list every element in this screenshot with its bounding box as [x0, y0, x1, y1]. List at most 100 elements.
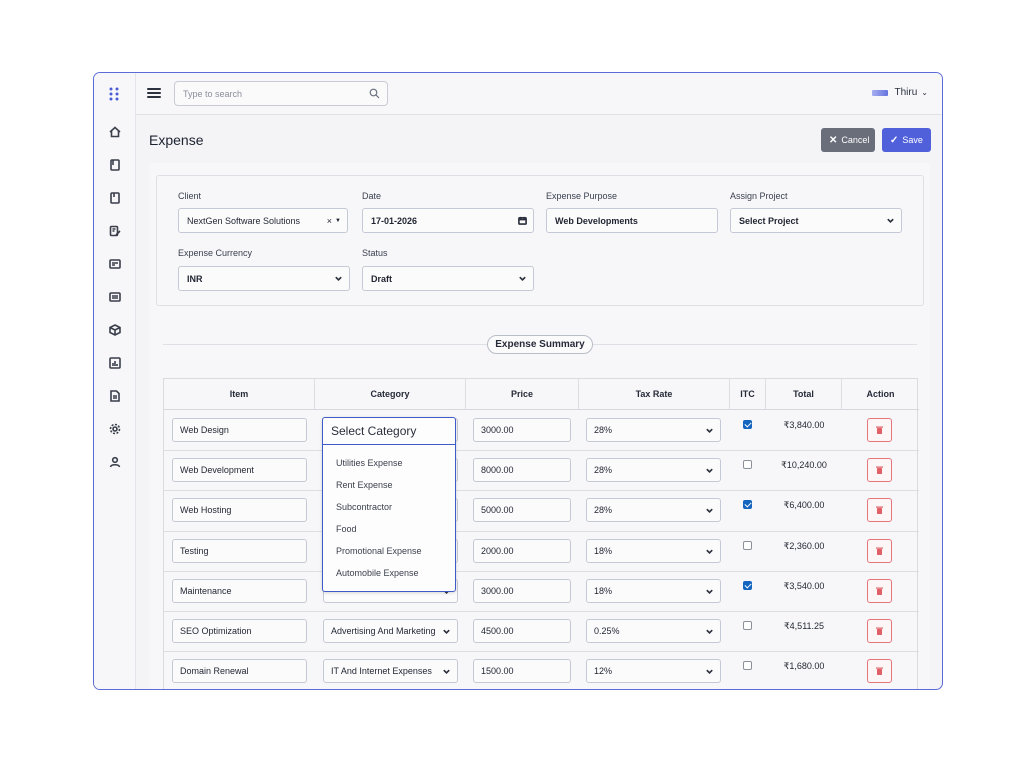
price-input[interactable]: 2000.00 — [473, 538, 571, 563]
save-button[interactable]: ✓ Save — [882, 128, 931, 152]
calendar-icon[interactable] — [511, 216, 533, 225]
date-label: Date — [362, 191, 382, 201]
book-icon[interactable] — [107, 157, 123, 173]
tax-rate-select[interactable]: 12% — [586, 659, 721, 684]
search-input[interactable] — [175, 82, 355, 105]
delete-row-button[interactable] — [867, 659, 892, 684]
tax-rate-select[interactable]: 0.25% — [586, 619, 721, 643]
trash-icon — [876, 667, 883, 676]
header-itc: ITC — [730, 379, 766, 410]
item-value: Domain Renewal — [180, 666, 249, 677]
price-value: 4500.00 — [481, 626, 514, 636]
status-label: Status — [362, 248, 388, 258]
category-dropdown[interactable]: Select Category Utilities Expense Rent Ex… — [322, 417, 456, 592]
row-total: ₹6,400.00 — [783, 500, 825, 511]
chart-icon[interactable] — [107, 355, 123, 371]
client-select[interactable]: NextGen Software Solutions × ▼ — [178, 208, 348, 233]
category-option[interactable]: Automobile Expense — [323, 562, 455, 584]
chevron-down-icon — [705, 587, 714, 596]
price-input[interactable]: 4500.00 — [473, 619, 571, 643]
category-option[interactable]: Subcontractor — [323, 496, 455, 518]
user-icon[interactable] — [107, 454, 123, 470]
item-input[interactable]: SEO Optimization — [172, 619, 307, 643]
header-total: Total — [766, 379, 842, 410]
category-option[interactable]: Rent Expense — [323, 474, 455, 496]
cancel-button[interactable]: ✕ Cancel — [821, 128, 875, 152]
delete-row-button[interactable] — [867, 538, 892, 563]
tax-rate-select[interactable]: 28% — [586, 418, 721, 442]
chevron-down-icon — [327, 274, 349, 283]
category-select[interactable]: IT And Internet Expenses — [323, 659, 458, 684]
chevron-down-icon — [705, 547, 714, 556]
price-value: 1500.00 — [481, 666, 514, 677]
tax-rate-select[interactable]: 28% — [586, 458, 721, 483]
card-icon[interactable] — [107, 256, 123, 272]
user-menu[interactable]: Thiru ⌄ — [871, 87, 928, 98]
item-input[interactable]: Maintenance — [172, 578, 307, 603]
purpose-input[interactable]: Web Developments — [546, 208, 718, 233]
chevron-down-icon — [442, 627, 451, 636]
price-input[interactable]: 5000.00 — [473, 498, 571, 523]
category-option[interactable]: Promotional Expense — [323, 540, 455, 562]
client-label: Client — [178, 191, 202, 201]
category-search[interactable]: Select Category — [323, 418, 455, 445]
tax-rate-select[interactable]: 18% — [586, 538, 721, 563]
itc-checkbox[interactable] — [743, 540, 752, 550]
bookmark-icon[interactable] — [107, 190, 123, 206]
item-input[interactable]: Testing — [172, 538, 307, 563]
tax-rate-select[interactable]: 18% — [586, 578, 721, 603]
header-category: Category — [315, 379, 466, 410]
trash-icon — [876, 506, 883, 515]
row-divider — [164, 530, 919, 532]
category-option[interactable]: Food — [323, 518, 455, 540]
page-title: Expense — [149, 132, 204, 148]
itc-checkbox[interactable] — [743, 500, 752, 510]
clear-icon[interactable]: × — [327, 216, 332, 226]
category-select[interactable]: Advertising And Marketing — [323, 619, 458, 643]
chevron-down-icon — [879, 216, 901, 225]
avatar — [871, 89, 888, 96]
itc-checkbox[interactable] — [743, 661, 752, 671]
hamburger-menu-icon[interactable] — [147, 86, 161, 100]
item-input[interactable]: Domain Renewal — [172, 659, 307, 684]
currency-select[interactable]: INR — [178, 266, 350, 291]
caret-down-icon: ▼ — [335, 217, 341, 224]
box-icon[interactable] — [107, 322, 123, 338]
row-divider — [164, 570, 919, 572]
itc-checkbox[interactable] — [743, 460, 752, 470]
item-input[interactable]: Web Design — [172, 418, 307, 442]
home-icon[interactable] — [107, 124, 123, 140]
date-field[interactable]: 17-01-2026 — [362, 208, 534, 233]
price-input[interactable]: 3000.00 — [473, 418, 571, 442]
item-input[interactable]: Web Hosting — [172, 498, 307, 523]
app-logo-icon[interactable] — [108, 87, 122, 101]
top-bar: Thiru ⌄ — [136, 73, 942, 115]
project-select[interactable]: Select Project — [730, 208, 902, 233]
trash-icon — [876, 426, 883, 434]
expense-table: Item Category Price Tax Rate ITC Total A… — [163, 378, 919, 689]
item-input[interactable]: Web Development — [172, 458, 307, 483]
chevron-down-icon — [705, 426, 714, 435]
price-input[interactable]: 1500.00 — [473, 659, 571, 684]
tax-rate-select[interactable]: 28% — [586, 498, 721, 523]
delete-row-button[interactable] — [867, 498, 892, 523]
header-price: Price — [466, 379, 579, 410]
document-icon[interactable] — [107, 388, 123, 404]
row-total: ₹2,360.00 — [783, 540, 825, 551]
delete-row-button[interactable] — [867, 458, 892, 483]
delete-row-button[interactable] — [867, 578, 892, 603]
category-option[interactable]: Utilities Expense — [323, 452, 455, 474]
delete-row-button[interactable] — [867, 619, 892, 643]
search-icon[interactable] — [369, 88, 380, 99]
list-card-icon[interactable] — [107, 289, 123, 305]
gear-icon[interactable] — [107, 421, 123, 437]
itc-checkbox[interactable] — [743, 621, 752, 630]
price-input[interactable]: 8000.00 — [473, 458, 571, 483]
status-select[interactable]: Draft — [362, 266, 534, 291]
edit-note-icon[interactable] — [107, 223, 123, 239]
category-options: Utilities Expense Rent Expense Subcontract… — [323, 445, 455, 584]
itc-checkbox[interactable] — [743, 420, 752, 429]
price-input[interactable]: 3000.00 — [473, 578, 571, 603]
itc-checkbox[interactable] — [743, 580, 752, 590]
delete-row-button[interactable] — [867, 418, 892, 442]
